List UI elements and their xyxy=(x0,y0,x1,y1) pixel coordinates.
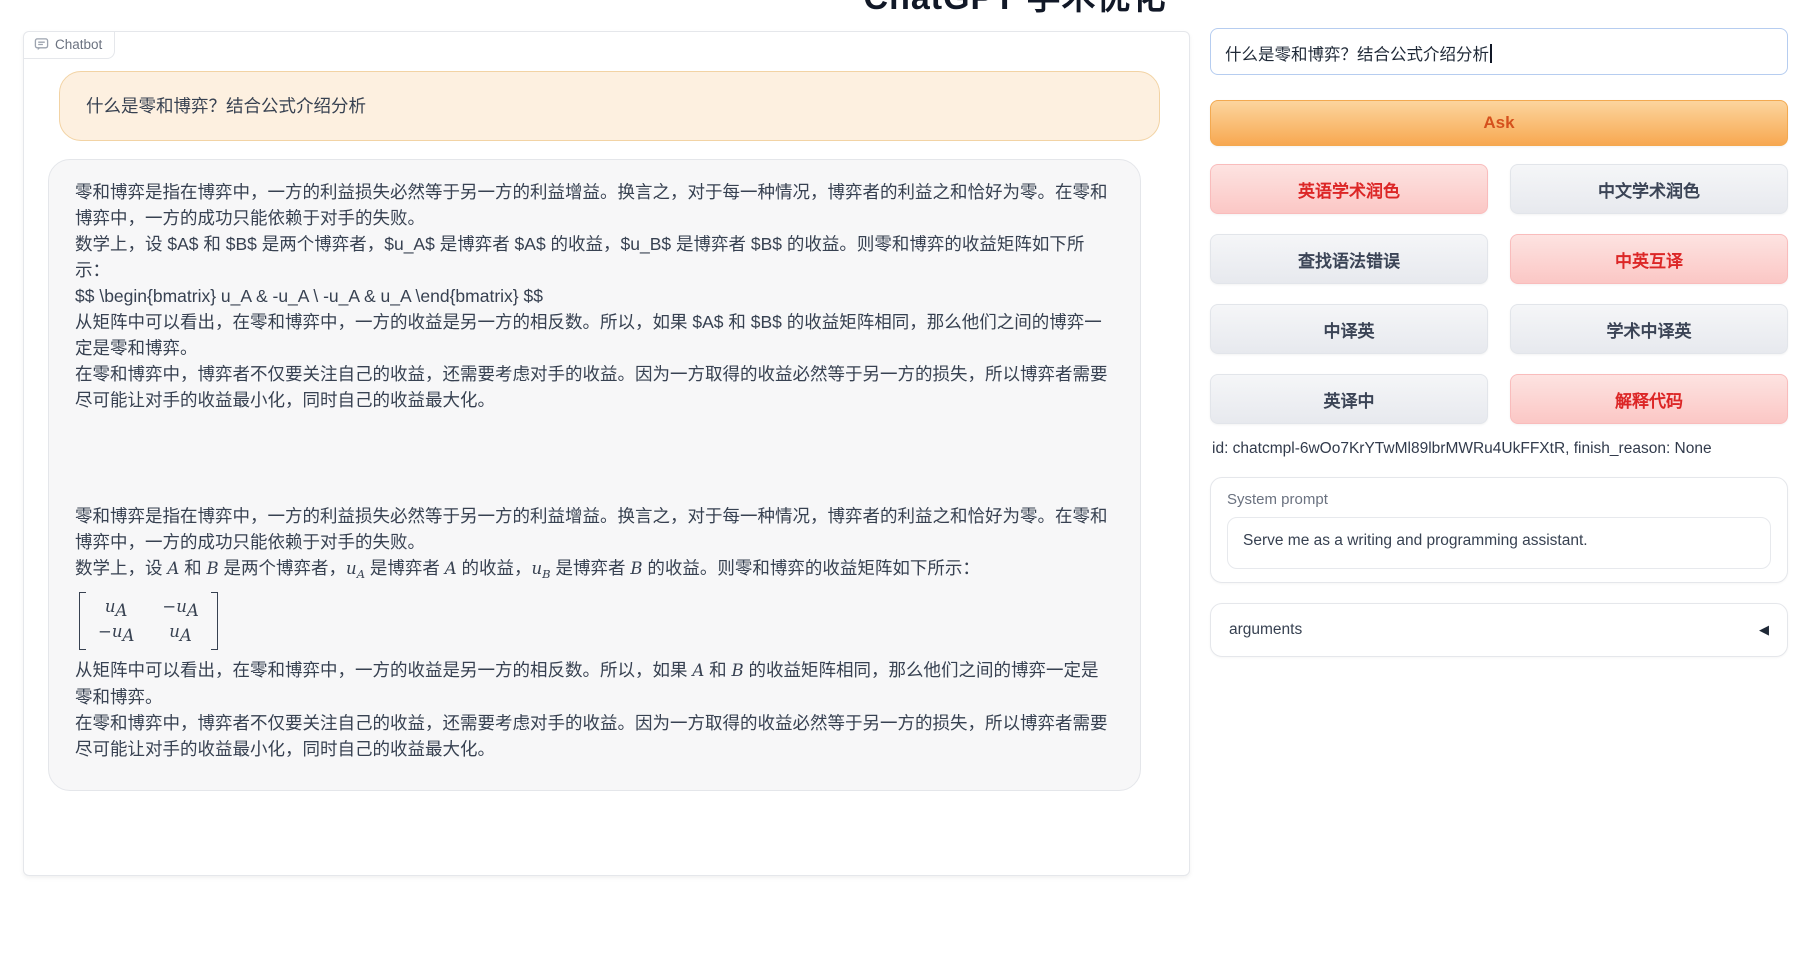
arguments-accordion[interactable]: arguments ◀ xyxy=(1210,603,1788,657)
bot-rendered-paragraph: 数学上，设 A 和 B 是两个博弈者，uA 是博弈者 A 的收益，uB 是博弈者… xyxy=(75,555,1114,587)
matrix-right-bracket xyxy=(211,592,218,650)
button-academic-zh-to-en[interactable]: 学术中译英 xyxy=(1510,304,1788,354)
bot-message-bubble: 零和博弈是指在博弈中，一方的利益损失必然等于另一方的利益增益。换言之，对于每一种… xyxy=(48,159,1141,791)
system-prompt-value: Serve me as a writing and programming as… xyxy=(1243,532,1588,549)
matrix-left-bracket xyxy=(79,592,86,650)
bot-raw-paragraph: 数学上，设 $A$ 和 $B$ 是两个博弈者，$u_A$ 是博弈者 $A$ 的收… xyxy=(75,231,1114,283)
user-message-text: 什么是零和博弈？结合公式介绍分析 xyxy=(86,96,366,116)
bot-message-gap xyxy=(75,413,1114,503)
text-caret xyxy=(1490,44,1492,63)
chat-bubble-icon xyxy=(34,37,49,52)
system-prompt-input[interactable]: Serve me as a writing and programming as… xyxy=(1227,517,1771,569)
button-english-academic-polish[interactable]: 英语学术润色 xyxy=(1210,164,1488,214)
accordion-collapsed-icon: ◀ xyxy=(1759,622,1769,638)
bot-raw-paragraph: 在零和博弈中，博弈者不仅要关注自己的收益，还需要考虑对手的收益。因为一方取得的收… xyxy=(75,361,1114,413)
button-en-to-zh[interactable]: 英译中 xyxy=(1210,374,1488,424)
system-prompt-card: System prompt Serve me as a writing and … xyxy=(1210,477,1788,583)
chatbot-label-text: Chatbot xyxy=(55,37,102,52)
app-page: ChatGPT 学术优化 Chatbot 什么是零和博弈？结合公式介绍分析 零和… xyxy=(0,0,1814,961)
button-zh-en-mutual-translate[interactable]: 中英互译 xyxy=(1510,234,1788,284)
bot-rendered-paragraph: 从矩阵中可以看出，在零和博弈中，一方的收益是另一方的相反数。所以，如果 A 和 … xyxy=(75,657,1114,710)
matrix-cell: uA xyxy=(162,621,198,646)
matrix-cell: −uA xyxy=(98,621,134,646)
button-find-grammar-errors[interactable]: 查找语法错误 xyxy=(1210,234,1488,284)
chatbot-label: Chatbot xyxy=(24,32,115,59)
bot-raw-paragraph: 从矩阵中可以看出，在零和博弈中，一方的收益是另一方的相反数。所以，如果 $A$ … xyxy=(75,309,1114,361)
question-input[interactable]: 什么是零和博弈？结合公式介绍分析 xyxy=(1210,28,1788,75)
matrix-cell: uA xyxy=(98,596,134,621)
matrix-cell: −uA xyxy=(162,596,198,621)
payoff-matrix: uA −uA −uA uA xyxy=(79,592,218,650)
bot-rendered-paragraph: 零和博弈是指在博弈中，一方的利益损失必然等于另一方的利益增益。换言之，对于每一种… xyxy=(75,503,1114,555)
user-message-bubble: 什么是零和博弈？结合公式介绍分析 xyxy=(59,71,1160,141)
bot-raw-latex-line: $$ \begin{bmatrix} u_A & -u_A \ -u_A & u… xyxy=(75,283,1114,309)
chatbot-panel: Chatbot 什么是零和博弈？结合公式介绍分析 零和博弈是指在博弈中，一方的利… xyxy=(23,31,1190,876)
chat-message-list[interactable]: 什么是零和博弈？结合公式介绍分析 零和博弈是指在博弈中，一方的利益损失必然等于另… xyxy=(24,66,1189,875)
button-chinese-academic-polish[interactable]: 中文学术润色 xyxy=(1510,164,1788,214)
button-explain-code[interactable]: 解释代码 xyxy=(1510,374,1788,424)
button-zh-to-en[interactable]: 中译英 xyxy=(1210,304,1488,354)
ask-button[interactable]: Ask xyxy=(1210,100,1788,146)
quick-action-grid: 英语学术润色 中文学术润色 查找语法错误 中英互译 中译英 学术中译英 英译中 … xyxy=(1210,164,1788,424)
bot-raw-paragraph: 零和博弈是指在博弈中，一方的利益损失必然等于另一方的利益增益。换言之，对于每一种… xyxy=(75,179,1114,231)
matrix-cells: uA −uA −uA uA xyxy=(86,592,211,650)
question-input-value: 什么是零和博弈？结合公式介绍分析 xyxy=(1225,46,1489,64)
page-title: ChatGPT 学术优化 xyxy=(860,0,1170,19)
system-prompt-label: System prompt xyxy=(1227,491,1771,508)
bot-rendered-paragraph: 在零和博弈中，博弈者不仅要关注自己的收益，还需要考虑对手的收益。因为一方取得的收… xyxy=(75,710,1114,762)
response-status-line: id: chatcmpl-6wOo7KrYTwMl89lbrMWRu4UkFFX… xyxy=(1212,440,1712,458)
arguments-accordion-label: arguments xyxy=(1229,621,1302,639)
